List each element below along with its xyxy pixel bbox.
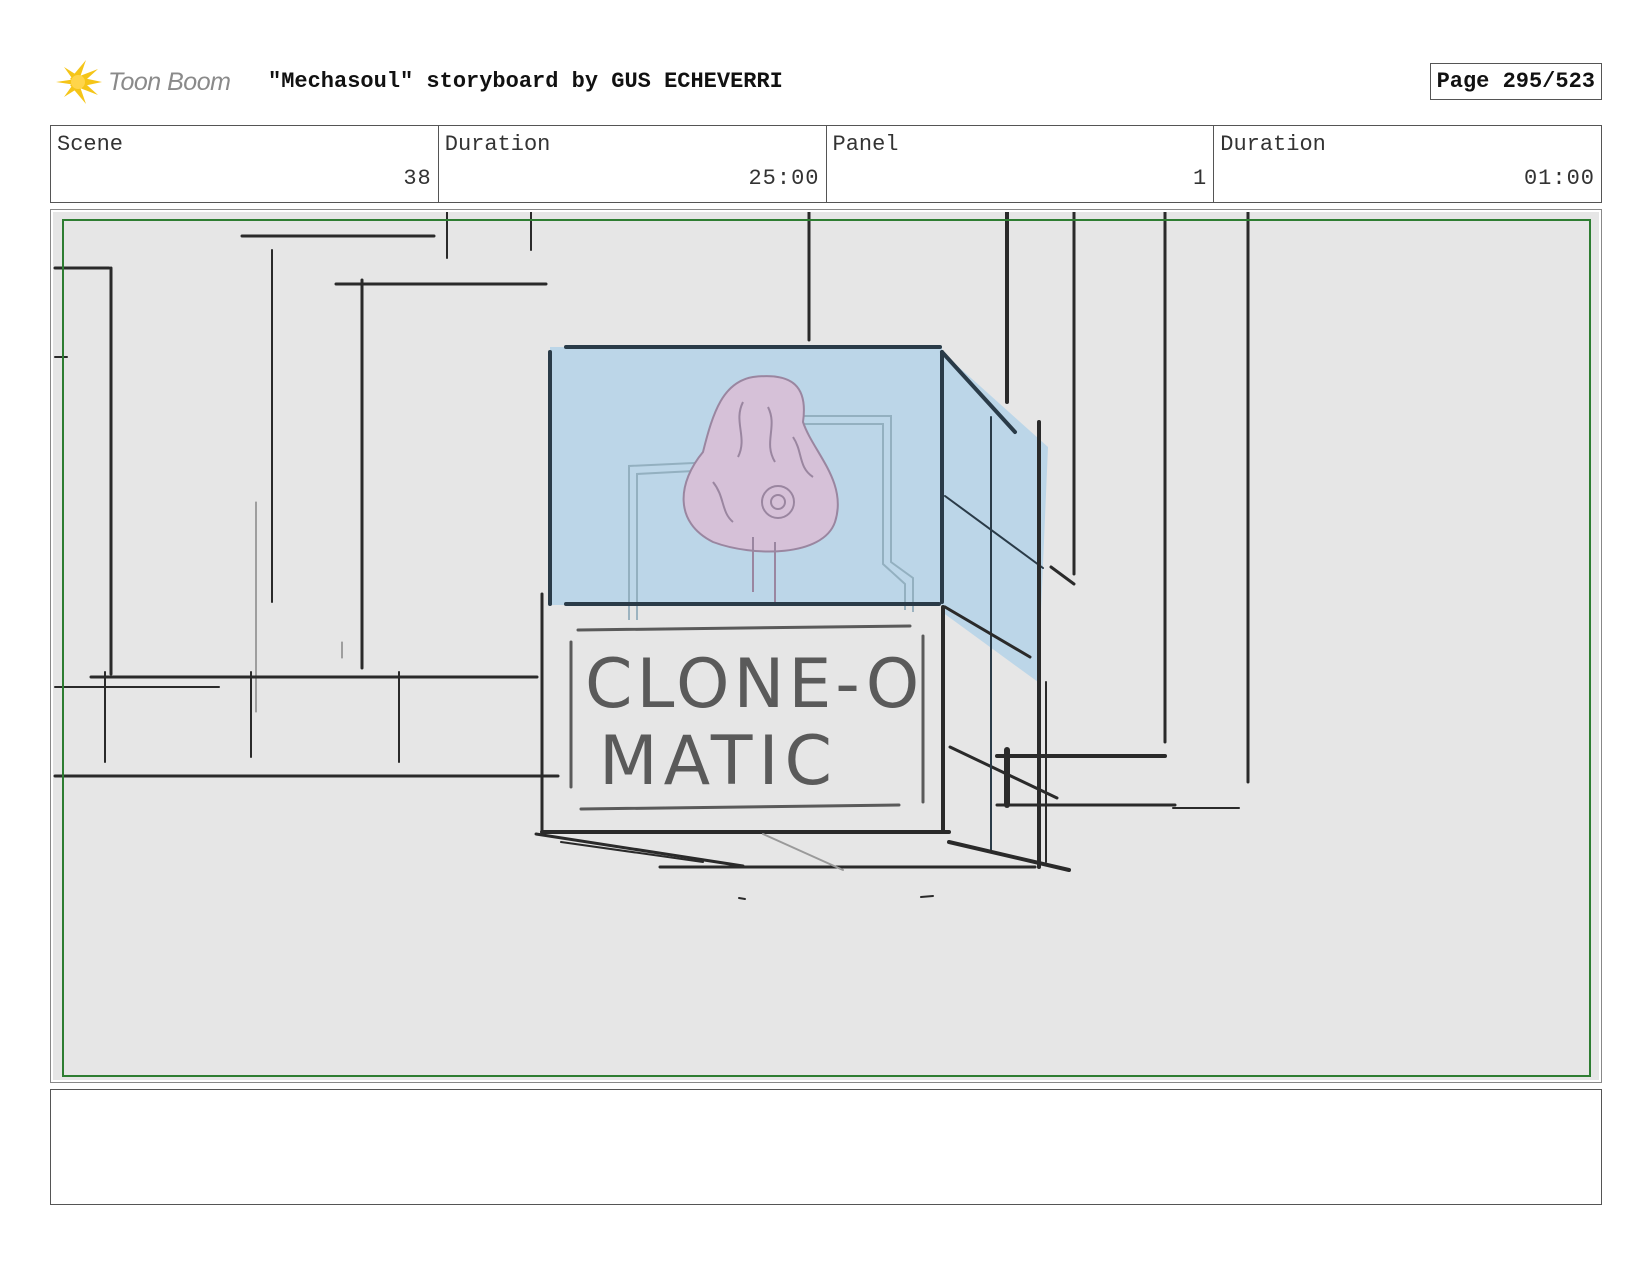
clone-o-matic-machine bbox=[534, 345, 1071, 900]
panel-duration-cell: Duration 01:00 bbox=[1214, 126, 1601, 202]
sign-text-line-1: CLONE-O bbox=[585, 645, 923, 724]
scene-duration-label: Duration bbox=[444, 132, 551, 157]
panel-duration-label: Duration bbox=[1220, 132, 1326, 157]
storyboard-title: "Mechasoul" storyboard by GUS ECHEVERRI bbox=[268, 69, 783, 94]
sign-text-line-2: MATIC bbox=[599, 722, 838, 801]
scene-value: 38 bbox=[403, 166, 432, 191]
scene-label: Scene bbox=[57, 132, 124, 157]
glass-side bbox=[942, 352, 1048, 682]
panel-label: Panel bbox=[832, 132, 899, 157]
storyboard-panel: CLONE-O MATIC bbox=[50, 209, 1602, 1083]
starburst-icon bbox=[56, 60, 102, 104]
panel-drawing: CLONE-O MATIC bbox=[53, 212, 1599, 1080]
panel-value: 1 bbox=[1193, 166, 1208, 191]
page-number: Page 295/523 bbox=[1429, 63, 1602, 100]
scene-duration-cell: Duration 25:00 bbox=[439, 126, 827, 202]
notes-box bbox=[50, 1089, 1602, 1205]
panel-duration-value: 01:00 bbox=[1523, 166, 1595, 191]
scene-duration-value: 25:00 bbox=[748, 166, 820, 191]
page-header: Toon Boom "Mechasoul" storyboard by GUS … bbox=[50, 55, 1602, 107]
panel-cell: Panel 1 bbox=[827, 126, 1215, 202]
toon-boom-logo: Toon Boom bbox=[54, 59, 231, 105]
logo-text: Toon Boom bbox=[108, 67, 231, 96]
sketch-canvas: CLONE-O MATIC bbox=[53, 212, 1250, 900]
scene-cell: Scene 38 bbox=[51, 126, 439, 202]
scene-info-table: Scene 38 Duration 25:00 Panel 1 Duration… bbox=[50, 125, 1602, 203]
